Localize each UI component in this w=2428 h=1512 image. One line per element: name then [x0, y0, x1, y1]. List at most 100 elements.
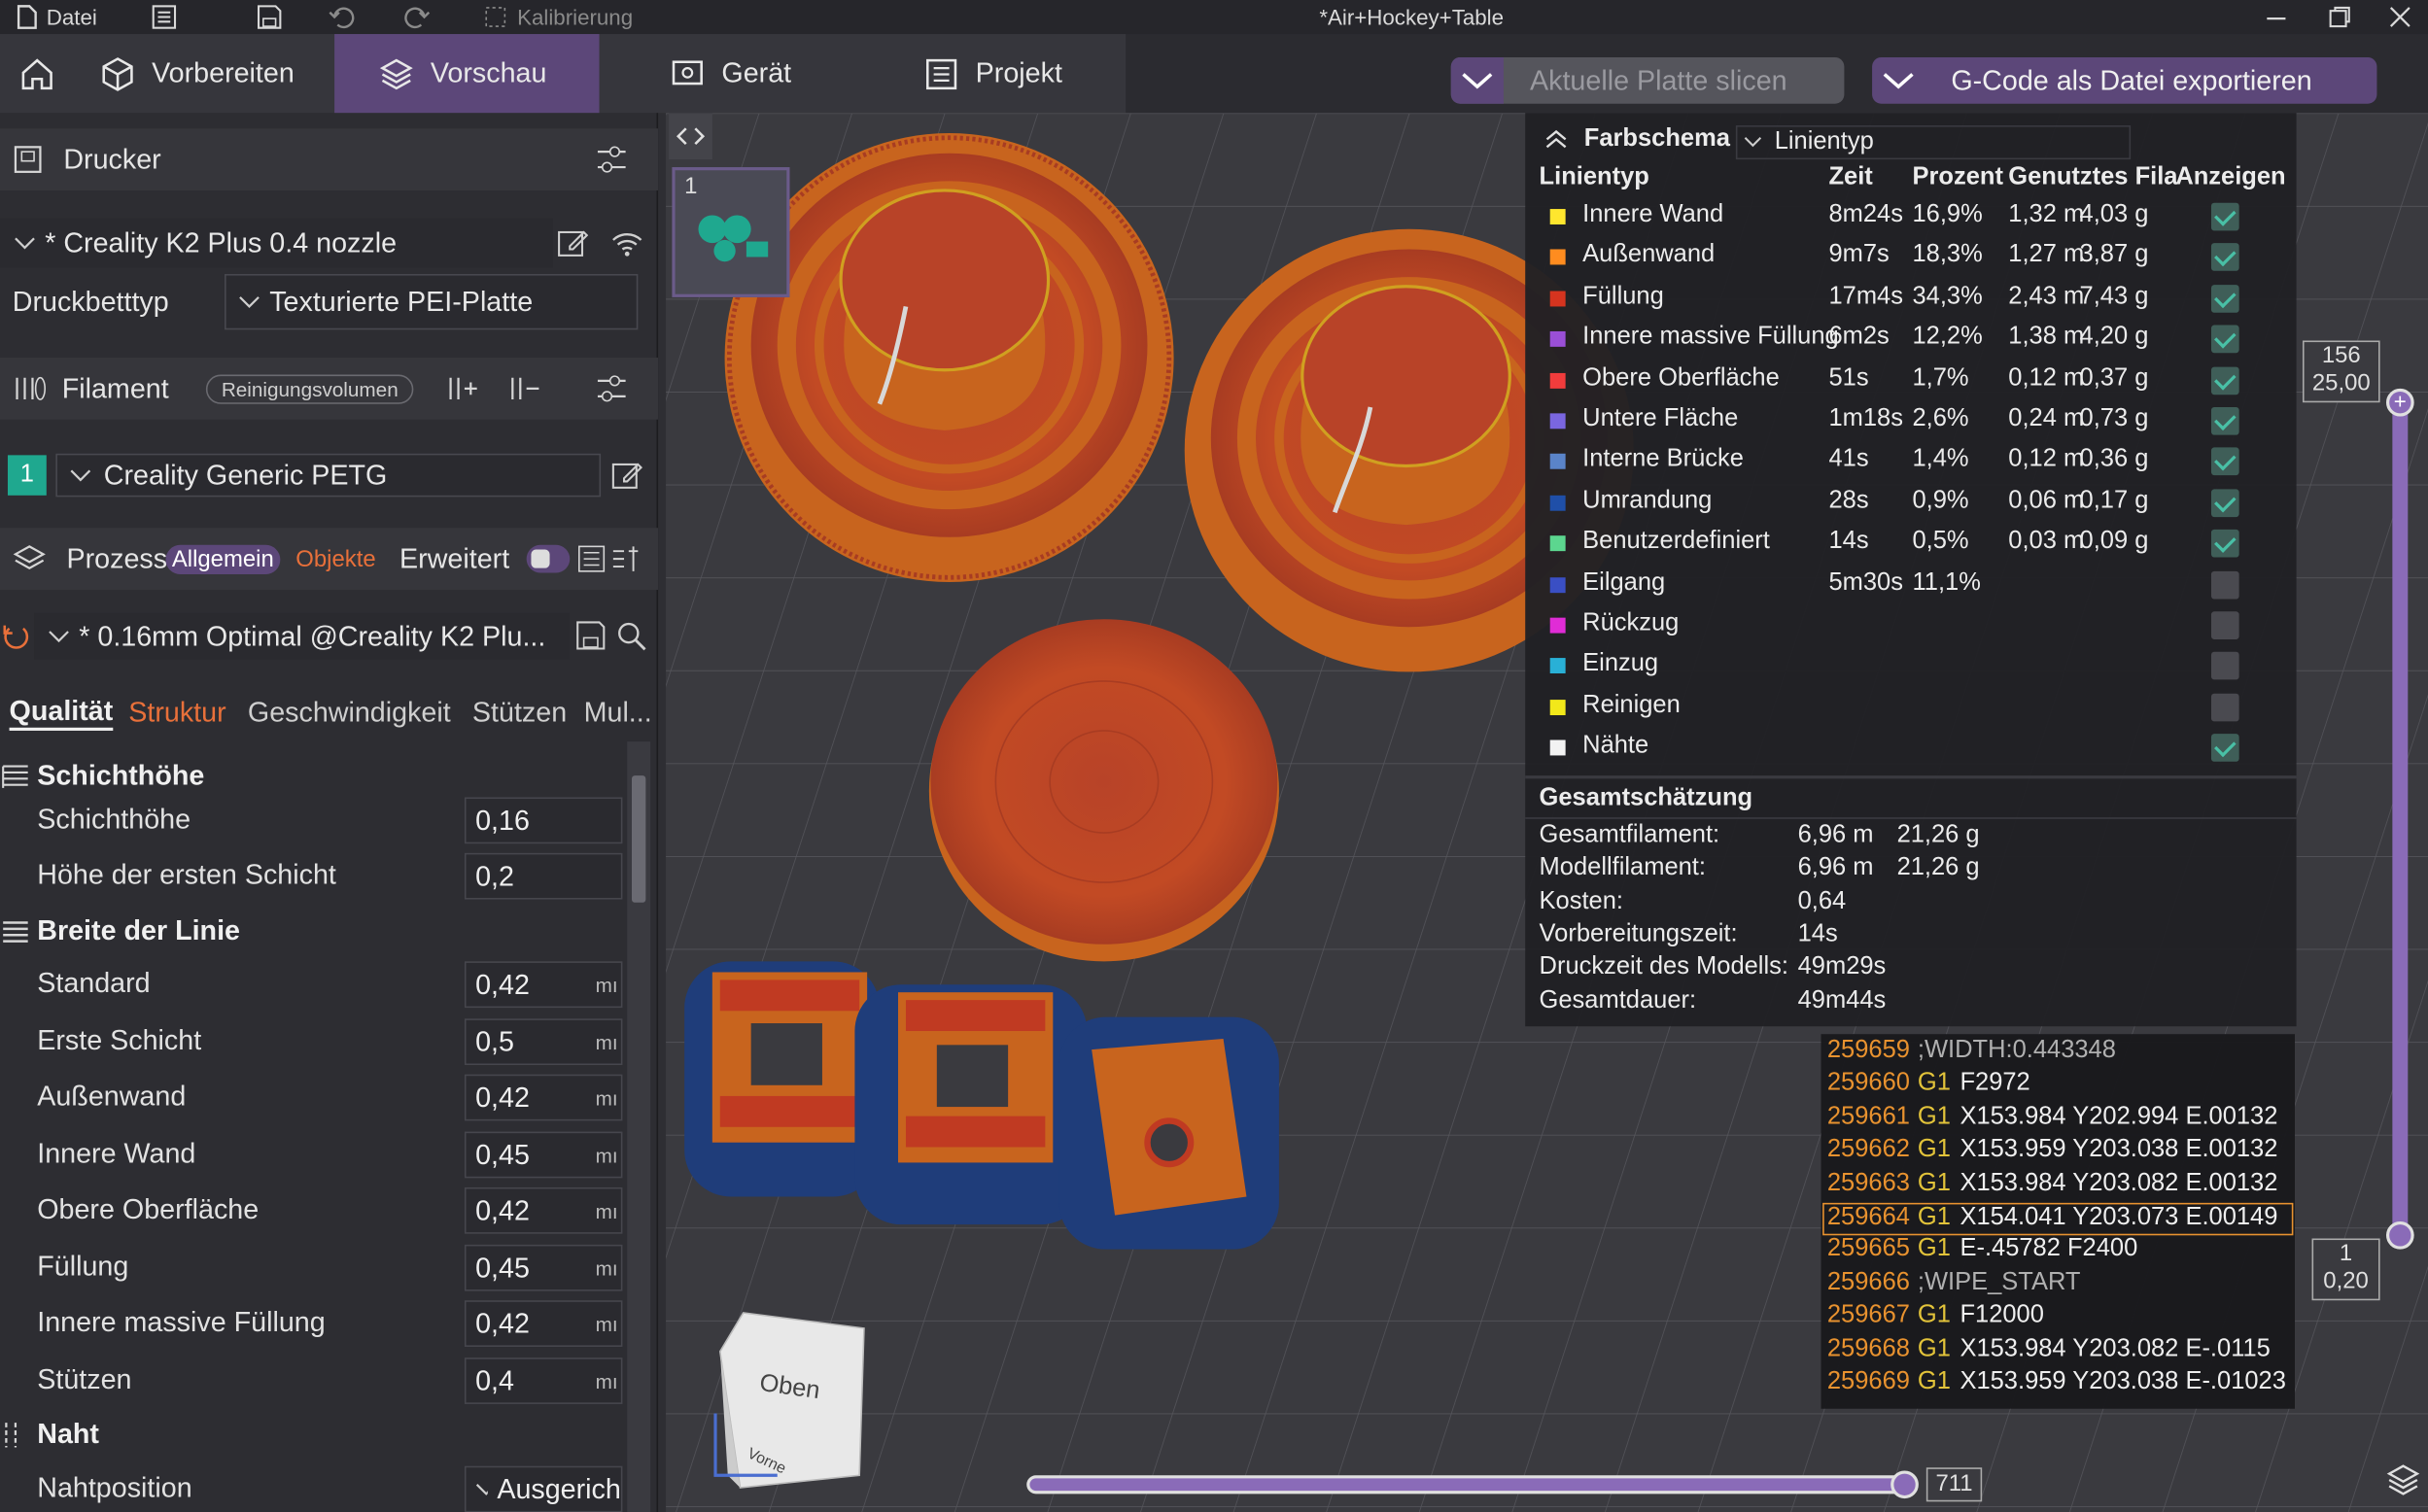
tab-structure[interactable]: Struktur	[128, 696, 225, 728]
file-menu[interactable]: Datei	[16, 3, 97, 31]
param-inner-wall-input[interactable]: 0,45 mı	[464, 1131, 623, 1179]
process-tab-objects[interactable]: Objekte	[290, 544, 382, 573]
export-gcode-button[interactable]: G-Code als Datei exportieren	[1872, 56, 2377, 104]
export-dropdown[interactable]	[1872, 57, 1925, 104]
param-layer-height-input[interactable]: 0,16	[464, 797, 623, 844]
plate-thumbnail[interactable]: 1	[672, 167, 790, 297]
bed-type-select[interactable]: Texturierte PEI-Platte	[225, 273, 639, 330]
tab-prepare[interactable]: Vorbereiten	[81, 34, 334, 113]
filament-select[interactable]: Creality Generic PETG	[55, 453, 602, 498]
legend-visibility-checkbox[interactable]	[2210, 365, 2239, 395]
legend-type-name: Außenwand	[1582, 242, 1716, 269]
tab-speed[interactable]: Geschwindigkeit	[248, 696, 451, 728]
minimize-button[interactable]	[2264, 3, 2288, 31]
legend-visibility-checkbox[interactable]	[2210, 406, 2239, 435]
legend-visibility-checkbox[interactable]	[2210, 530, 2239, 558]
purge-volume-button[interactable]: Reinigungsvolumen	[205, 373, 414, 404]
process-tab-advanced[interactable]: Erweitert	[399, 542, 509, 574]
slice-dropdown[interactable]	[1450, 56, 1504, 104]
param-layer-height-value: 0,16	[475, 804, 530, 836]
save-icon[interactable]	[576, 621, 607, 652]
model-puck[interactable]	[928, 619, 1279, 962]
color-scheme-select[interactable]: Linientyp	[1735, 125, 2132, 160]
move-slider-handle[interactable]	[1890, 1470, 1919, 1499]
edit-icon[interactable]	[611, 460, 643, 491]
legend-visibility-checkbox[interactable]	[2210, 448, 2239, 476]
legend-percent: 1,4%	[1912, 446, 1969, 473]
reset-icon[interactable]	[0, 621, 31, 652]
collapse-up-icon[interactable]	[1544, 128, 1568, 150]
scrollbar-thumb[interactable]	[631, 775, 646, 903]
remove-filament-icon[interactable]	[508, 373, 542, 404]
legend-visibility-checkbox[interactable]	[2210, 489, 2239, 517]
wifi-icon[interactable]	[610, 227, 644, 258]
model-bracket-2[interactable]	[854, 984, 1088, 1225]
settings-sliders-icon[interactable]	[595, 144, 629, 175]
param-top-surface-input[interactable]: 0,42 mı	[464, 1186, 623, 1234]
filament-settings-icon[interactable]	[595, 373, 629, 404]
edit-icon[interactable]	[558, 227, 589, 258]
model-bracket-3[interactable]	[1058, 1016, 1279, 1250]
printer-preset-select[interactable]: * Creality K2 Plus 0.4 nozzle	[0, 218, 553, 268]
advanced-toggle[interactable]	[526, 544, 571, 573]
layer-slider-top-handle[interactable]: +	[2385, 388, 2414, 417]
param-seam-position-select[interactable]: Ausgerich	[464, 1465, 623, 1512]
legend-visibility-checkbox[interactable]	[2210, 611, 2239, 639]
param-support-input[interactable]: 0,4 mı	[464, 1357, 623, 1404]
legend-color-swatch	[1549, 699, 1566, 715]
legend-color-swatch	[1549, 209, 1566, 225]
slice-plate-button[interactable]: Aktuelle Platte slicen	[1450, 56, 1845, 104]
close-button[interactable]	[2388, 3, 2412, 31]
layer-slider-track[interactable]	[2392, 390, 2409, 1239]
param-solid-infill-input[interactable]: 0,42 mı	[464, 1300, 623, 1348]
param-standard-input[interactable]: 0,42 mı	[464, 961, 623, 1009]
compare-icon[interactable]	[610, 545, 642, 573]
undo-button[interactable]	[329, 3, 357, 31]
filament-slot-badge[interactable]: 1	[7, 455, 47, 496]
legend-visibility-checkbox[interactable]	[2210, 202, 2239, 231]
redo-button[interactable]	[402, 3, 431, 31]
legend-row: Außenwand 9m7s 18,3% 1,27 m 3,87 g	[1525, 237, 2296, 277]
legend-visibility-checkbox[interactable]	[2210, 284, 2239, 313]
home-button[interactable]	[0, 34, 74, 113]
chevron-down-icon	[49, 631, 69, 643]
save-button[interactable]	[257, 3, 282, 31]
model-bracket-1[interactable]	[684, 961, 880, 1197]
layers-toggle-icon[interactable]	[2384, 1461, 2421, 1498]
legend-visibility-checkbox[interactable]	[2210, 243, 2239, 272]
model-mallet-1[interactable]	[724, 133, 1174, 583]
process-tab-general[interactable]: Allgemein	[165, 543, 281, 574]
tab-preview[interactable]: Vorschau	[334, 34, 600, 114]
gcode-line-number: 259662	[1826, 1136, 1910, 1163]
collapse-sidebar-button[interactable]	[669, 113, 712, 160]
tab-support[interactable]: Stützen	[472, 696, 567, 728]
param-infill-input[interactable]: 0,45 mı	[464, 1244, 623, 1291]
legend-visibility-checkbox[interactable]	[2210, 325, 2239, 354]
tab-device[interactable]: Gerät	[650, 34, 883, 113]
legend-visibility-checkbox[interactable]	[2210, 734, 2239, 763]
list-view-icon[interactable]	[577, 545, 606, 573]
move-slider-track[interactable]	[1026, 1475, 1918, 1495]
filament-section-header: Filament Reinigungsvolumen	[0, 358, 659, 420]
param-outer-wall-input[interactable]: 0,42 mı	[464, 1074, 623, 1121]
search-icon[interactable]	[616, 621, 647, 652]
maximize-button[interactable]	[2327, 3, 2351, 31]
legend-visibility-checkbox[interactable]	[2210, 693, 2239, 722]
gcode-args: X153.959 Y203.038 E-.01023	[1960, 1368, 2286, 1395]
menu-button[interactable]	[152, 3, 177, 31]
tab-multimaterial[interactable]: Mul...	[584, 696, 652, 728]
legend-time: 5m30s	[1828, 568, 1903, 596]
calibration-menu[interactable]: Kalibrierung	[483, 3, 633, 31]
tab-quality[interactable]: Qualität	[9, 695, 114, 731]
process-preset-select[interactable]: * 0.16mm Optimal @Creality K2 Plu...	[34, 612, 571, 660]
add-filament-icon[interactable]	[446, 373, 480, 404]
legend-visibility-checkbox[interactable]	[2210, 652, 2239, 680]
param-first-layer-height-input[interactable]: 0,2	[464, 852, 623, 900]
tab-project[interactable]: Projekt	[904, 34, 1121, 113]
view-cube[interactable]: Oben Vorne	[713, 1312, 865, 1489]
params-scrollbar[interactable]	[627, 741, 651, 1512]
param-first-layer-input[interactable]: 0,5 mı	[464, 1018, 623, 1066]
layer-slider-bottom-handle[interactable]	[2385, 1220, 2414, 1250]
tab-project-label: Projekt	[975, 56, 1062, 88]
legend-visibility-checkbox[interactable]	[2210, 570, 2239, 599]
